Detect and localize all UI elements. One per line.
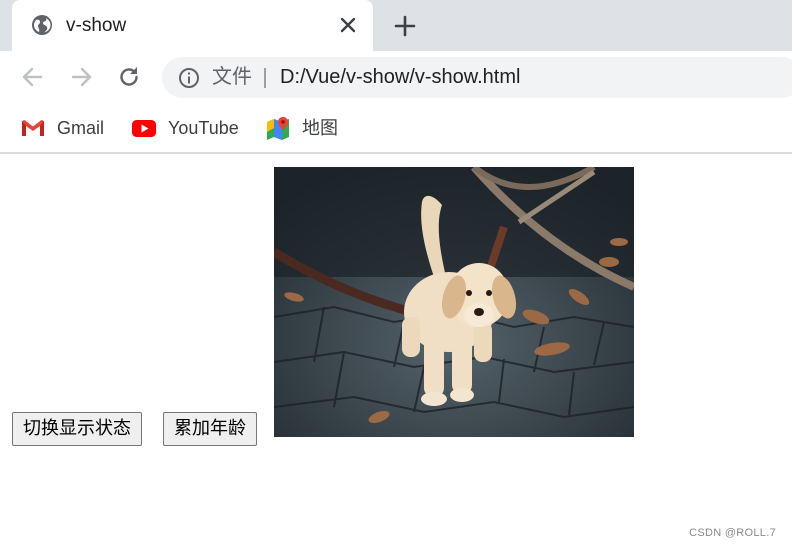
maps-icon: [267, 117, 289, 140]
address-separator: [264, 68, 266, 88]
arrow-left-icon[interactable]: [20, 64, 46, 90]
info-icon[interactable]: [178, 67, 200, 89]
bookmark-label: 地图: [302, 118, 338, 138]
bookmark-label: YouTube: [168, 118, 239, 138]
address-bar[interactable]: 文件 D:/Vue/v-show/v-show.html: [162, 57, 792, 98]
page-content: 切换显示状态 累加年龄 CSDN @ROLL.7: [0, 154, 792, 546]
plus-icon[interactable]: [392, 13, 418, 39]
url-text[interactable]: D:/Vue/v-show/v-show.html: [280, 65, 520, 89]
tab-strip: v-show: [0, 0, 792, 51]
puppy-image: [274, 167, 634, 437]
youtube-icon: [132, 120, 156, 137]
watermark: CSDN @ROLL.7: [689, 527, 776, 539]
tab-v-show[interactable]: v-show: [12, 0, 373, 51]
bookmark-label: Gmail: [57, 118, 105, 138]
increment-age-button[interactable]: 累加年龄: [163, 412, 257, 446]
close-icon[interactable]: [338, 15, 358, 35]
toolbar: 文件 D:/Vue/v-show/v-show.html: [0, 51, 792, 104]
bookmarks-bar: Gmail YouTube 地图: [0, 104, 792, 154]
arrow-right-icon[interactable]: [68, 64, 94, 90]
globe-icon: [32, 15, 52, 35]
tab-title: v-show: [66, 15, 127, 36]
toggle-visibility-button[interactable]: 切换显示状态: [12, 412, 142, 446]
scheme-label: 文件: [212, 66, 252, 88]
reload-icon[interactable]: [116, 64, 142, 90]
gmail-icon: [22, 120, 44, 136]
browser-window: v-show 文件 D:/Vue/v-show/v-show.html Gmai…: [0, 0, 792, 546]
